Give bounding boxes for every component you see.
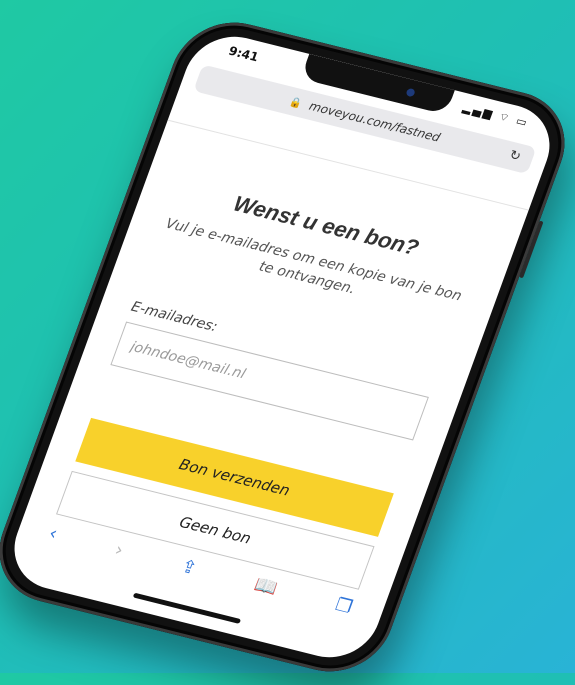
side-button xyxy=(519,220,544,279)
status-time: 9:41 xyxy=(226,43,261,65)
phone-screen: 9:41 ▂▄▆ ⌔ ▭ 🔒 moveyou.com/fastned ↻ Wen… xyxy=(1,27,563,667)
tabs-icon[interactable]: ❐ xyxy=(333,594,356,618)
share-icon[interactable]: ⇪ xyxy=(178,555,200,578)
forward-icon[interactable]: › xyxy=(112,539,126,561)
reload-icon[interactable]: ↻ xyxy=(505,142,525,171)
back-icon[interactable]: ‹ xyxy=(46,522,60,544)
bookmarks-icon[interactable]: 📖 xyxy=(252,574,281,599)
background: 9:41 ▂▄▆ ⌔ ▭ 🔒 moveyou.com/fastned ↻ Wen… xyxy=(0,0,575,684)
status-icons: ▂▄▆ ⌔ ▭ xyxy=(461,101,531,130)
home-indicator xyxy=(132,592,242,624)
lock-icon: 🔒 xyxy=(287,96,304,111)
receipt-form: Wenst u een bon? Vul je e-mailadres om e… xyxy=(56,176,482,590)
phone-frame: 9:41 ▂▄▆ ⌔ ▭ 🔒 moveyou.com/fastned ↻ Wen… xyxy=(0,10,575,684)
